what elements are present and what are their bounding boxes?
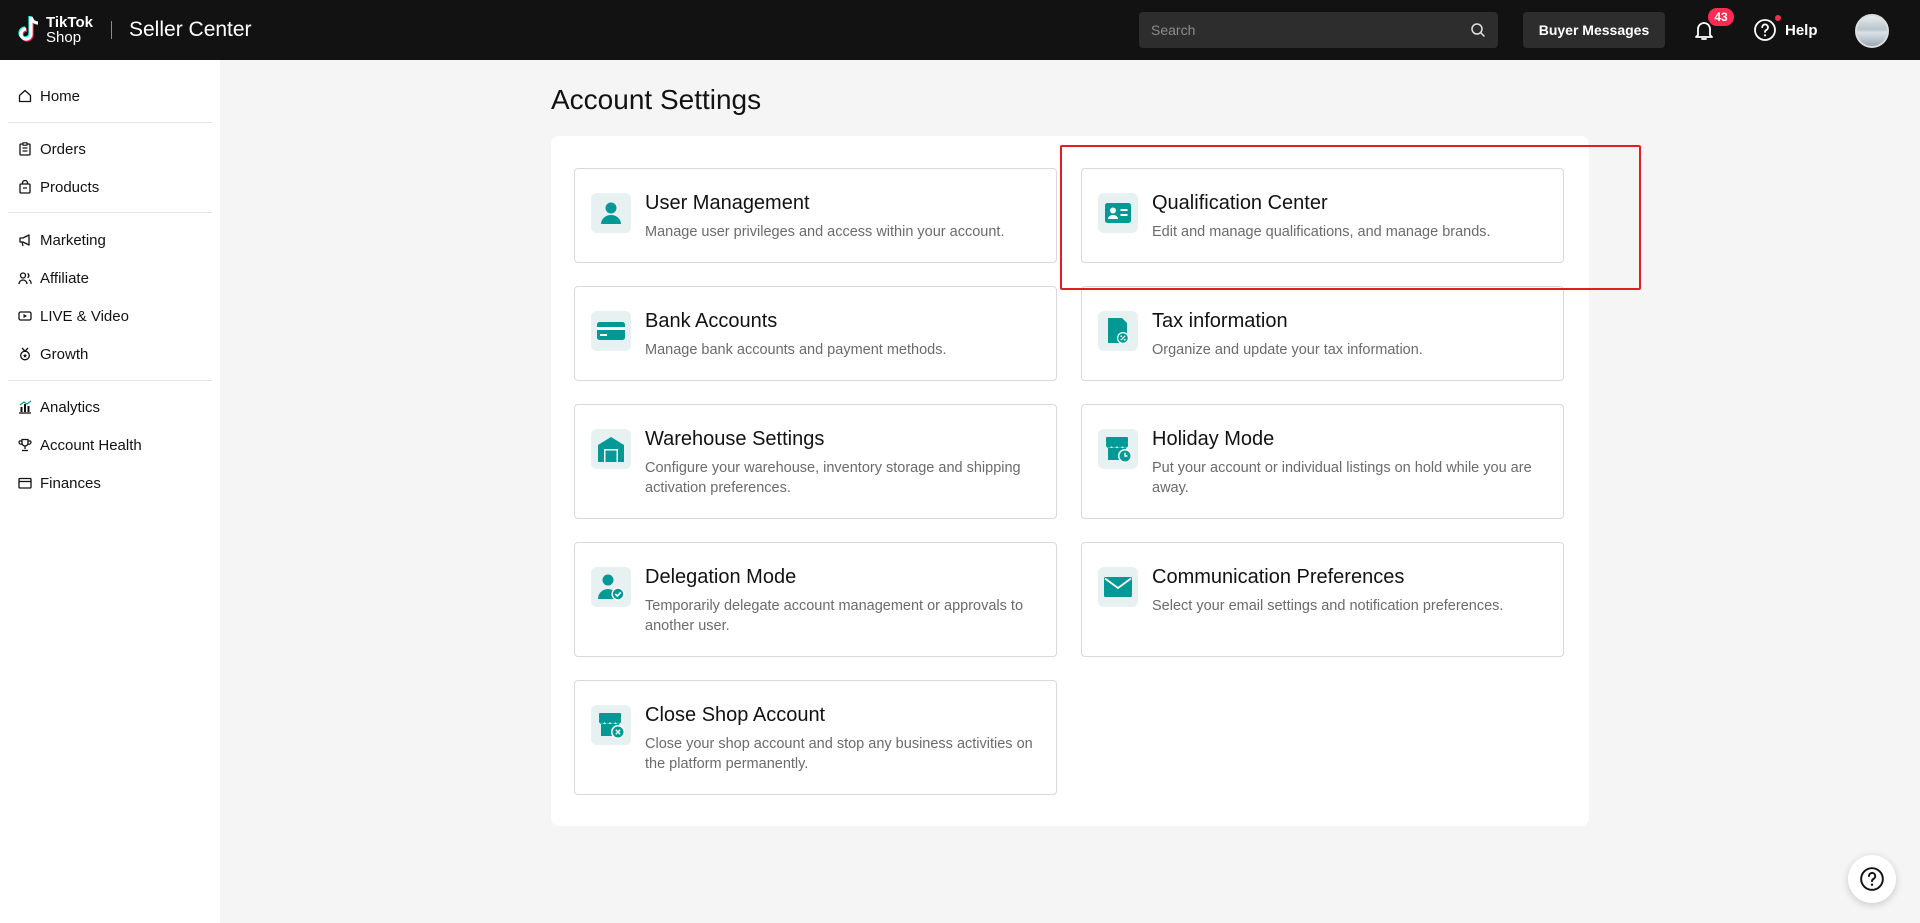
settings-panel: User Management Manage user privileges a… [551,136,1589,826]
card-title: Qualification Center [1152,192,1328,214]
sidebar-item-label: Marketing [40,231,106,249]
card-warehouse-settings[interactable]: Warehouse Settings Configure your wareho… [574,404,1057,519]
sidebar-item-orders[interactable]: Orders [18,138,86,160]
sidebar-item-label: Growth [40,345,89,363]
help-label: Help [1785,21,1818,39]
bar-chart-icon [19,400,32,414]
sidebar-item-label: Account Health [40,436,142,454]
user-icon [591,193,631,233]
notification-badge: 43 [1708,8,1734,26]
sidebar-item-home[interactable]: Home [18,85,80,107]
logo-divider [111,21,112,39]
search-icon[interactable] [1470,22,1486,38]
app-title: Seller Center [129,18,252,41]
sidebar-item-label: Analytics [40,398,101,416]
sidebar-item-account-health[interactable]: Account Health [18,434,142,456]
logo-line2: Shop [46,29,82,46]
card-title: Holiday Mode [1152,428,1275,450]
tiktok-shop-logo[interactable]: TikTok Shop [14,14,93,46]
search-box[interactable] [1139,12,1498,48]
store-close-icon [591,705,631,745]
card-close-shop-account[interactable]: Close Shop Account Close your shop accou… [574,680,1057,795]
sidebar: Home Orders Products Marketing Affiliate… [0,60,220,923]
sidebar-item-label: Home [40,87,81,105]
card-title: Delegation Mode [645,566,797,588]
medal-icon [20,347,30,361]
card-delegation-mode[interactable]: Delegation Mode Temporarily delegate acc… [574,542,1057,657]
warehouse-icon [591,429,631,469]
card-communication-preferences[interactable]: Communication Preferences Select your em… [1081,542,1564,657]
page-title: Account Settings [551,84,762,115]
tax-document-icon [1098,311,1138,351]
floating-help-button[interactable] [1848,855,1896,903]
card-description: Edit and manage qualifications, and mana… [1152,224,1491,240]
video-icon [18,311,32,321]
top-bar: TikTok Shop Seller Center Buyer Messages… [0,0,1920,60]
question-circle-icon [1860,867,1884,891]
id-card-icon [1098,193,1138,233]
help-button[interactable]: Help [1753,15,1818,42]
clipboard-icon [19,142,31,156]
sidebar-item-label: Affiliate [40,269,89,287]
envelope-icon [1098,567,1138,607]
sidebar-divider [8,122,212,123]
sidebar-item-finances[interactable]: Finances [18,472,101,494]
buyer-messages-button[interactable]: Buyer Messages [1523,12,1665,48]
card-holiday-mode[interactable]: Holiday Mode Put your account or individ… [1081,404,1564,519]
sidebar-divider [8,380,212,381]
trophy-icon [18,438,32,452]
card-title: User Management [645,192,810,214]
user-check-icon [591,567,631,607]
card-description: Configure your warehouse, inventory stor… [645,460,1021,496]
sidebar-item-label: Orders [40,140,86,158]
bag-icon [19,180,31,194]
card-bank-accounts[interactable]: Bank Accounts Manage bank accounts and p… [574,286,1057,381]
card-description: Manage user privileges and access within… [645,224,1005,240]
card-description: Put your account or individual listings … [1152,460,1532,496]
card-title: Bank Accounts [645,310,778,332]
sidebar-divider [8,212,212,213]
sidebar-item-growth[interactable]: Growth [18,343,88,365]
help-notification-dot [1775,15,1781,21]
card-user-management[interactable]: User Management Manage user privileges a… [574,168,1057,263]
sidebar-item-products[interactable]: Products [18,176,99,198]
search-input[interactable] [1151,22,1470,38]
card-title: Tax information [1152,310,1288,332]
sidebar-item-analytics[interactable]: Analytics [18,396,100,418]
card-title: Close Shop Account [645,704,826,726]
card-title: Warehouse Settings [645,428,825,450]
card-description: Temporarily delegate account management … [645,598,1024,634]
card-description: Select your email settings and notificat… [1152,598,1504,614]
tiktok-logo-icon [18,16,39,42]
home-icon [18,89,32,103]
sidebar-item-label: Products [40,178,100,196]
card-tax-information[interactable]: Tax information Organize and update your… [1081,286,1564,381]
bank-card-icon [591,311,631,351]
card-title: Communication Preferences [1152,566,1405,588]
question-circle-icon [1754,19,1776,41]
sidebar-item-live-video[interactable]: LIVE & Video [18,305,129,327]
card-description: Organize and update your tax information… [1152,342,1423,358]
megaphone-icon [19,234,30,247]
logo-text: TikTok Shop [46,15,93,45]
sidebar-item-label: Finances [40,474,101,492]
card-description: Close your shop account and stop any bus… [645,736,1033,772]
store-clock-icon [1098,429,1138,469]
people-icon [18,272,32,285]
avatar[interactable] [1855,14,1889,48]
card-description: Manage bank accounts and payment methods… [645,342,947,358]
sidebar-item-affiliate[interactable]: Affiliate [18,267,89,289]
sidebar-item-label: LIVE & Video [40,307,129,325]
card-qualification-center[interactable]: Qualification Center Edit and manage qua… [1081,168,1564,263]
sidebar-item-marketing[interactable]: Marketing [18,229,106,251]
wallet-icon [18,477,32,489]
